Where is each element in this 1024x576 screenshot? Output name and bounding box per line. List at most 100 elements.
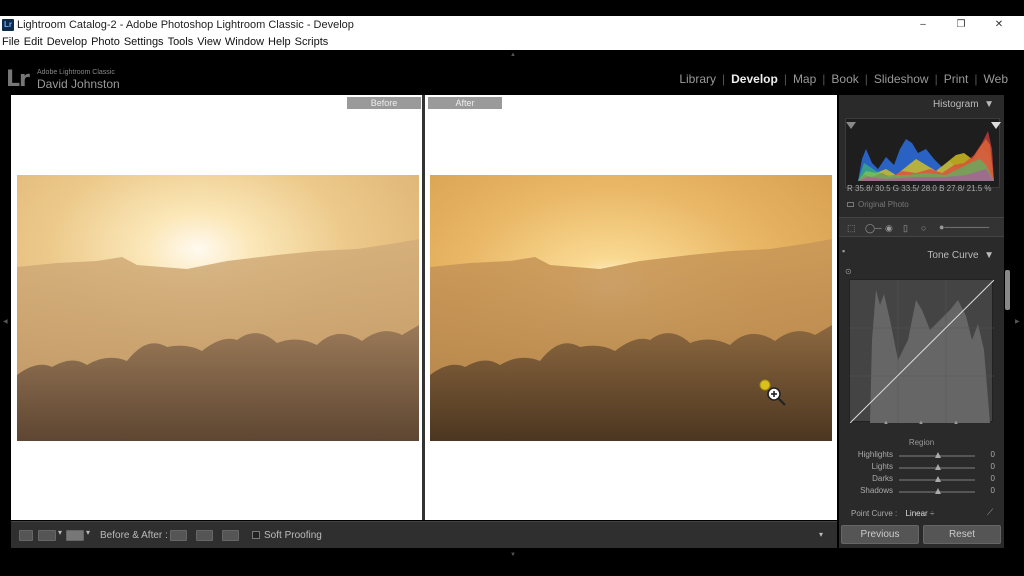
lightroom-app-icon: Lr <box>2 19 14 31</box>
collapse-filmstrip-icon[interactable]: ▼ <box>510 552 516 558</box>
menu-view[interactable]: View <box>197 36 221 48</box>
slider-knob[interactable] <box>935 464 941 470</box>
close-button[interactable]: ✕ <box>980 16 1018 34</box>
copy-after-to-before-button[interactable] <box>196 530 213 541</box>
module-slideshow[interactable]: Slideshow <box>868 72 935 86</box>
split-point-shadows[interactable]: ▲ <box>883 420 889 426</box>
highlights-slider[interactable]: Highlights 0 <box>847 450 997 461</box>
view-menu-arrow-icon[interactable]: ▾ <box>58 528 62 537</box>
slider-value[interactable]: 0 <box>991 450 995 459</box>
window-title: Lightroom Catalog-2 - Adobe Photoshop Li… <box>17 19 354 31</box>
menu-settings[interactable]: Settings <box>124 36 164 48</box>
window-controls: – ❐ ✕ <box>904 16 1018 34</box>
before-after-left-right-icon[interactable] <box>38 530 56 541</box>
module-picker: Library | Develop | Map | Book | Slidesh… <box>673 72 1014 86</box>
loupe-view-icon[interactable] <box>19 530 33 541</box>
histogram-header[interactable]: Histogram ▼ <box>839 95 1004 115</box>
view-divider <box>422 95 425 520</box>
spot-removal-tool-icon[interactable]: ◯─ <box>865 223 881 234</box>
tone-curve-title: Tone Curve <box>927 250 979 261</box>
copy-before-to-after-button[interactable] <box>170 530 187 541</box>
rgb-readout: R 35.8/ 30.5 G 33.5/ 28.0 B 27.8/ 21.5 % <box>847 184 992 193</box>
adjustment-brush-icon[interactable]: ●─────── <box>939 222 989 232</box>
module-library[interactable]: Library <box>673 72 722 86</box>
target-adjustment-icon[interactable]: ⊙ <box>845 267 852 276</box>
point-curve-select[interactable]: Point Curve : Linear ÷ <box>851 509 934 518</box>
filmstrip-collapsed: ▼ <box>0 548 1024 576</box>
module-book[interactable]: Book <box>825 72 864 86</box>
histogram[interactable] <box>845 118 1001 188</box>
menu-help[interactable]: Help <box>268 36 291 48</box>
menu-develop[interactable]: Develop <box>47 36 87 48</box>
yy-view-icon[interactable] <box>66 530 84 541</box>
before-after-label: Before & After : <box>100 530 168 541</box>
menu-edit[interactable]: Edit <box>24 36 43 48</box>
module-header: ▲ Lr Adobe Lightroom Classic David Johns… <box>0 50 1024 95</box>
yy-menu-arrow-icon[interactable]: ▾ <box>86 528 90 537</box>
previous-button[interactable]: Previous <box>841 525 919 544</box>
panel-switch-icon[interactable]: ▪ <box>842 246 845 256</box>
panel-bottom-buttons: Previous Reset <box>839 522 1009 548</box>
after-label: After <box>428 97 502 109</box>
window-title-bar: Lr Lightroom Catalog-2 - Adobe Photoshop… <box>0 16 1024 34</box>
menu-window[interactable]: Window <box>225 36 264 48</box>
split-point-highlights[interactable]: ▲ <box>953 420 959 426</box>
shadows-slider[interactable]: Shadows 0 <box>847 486 997 497</box>
slider-label: Lights <box>871 462 893 471</box>
swap-before-after-button[interactable] <box>222 530 239 541</box>
tone-curve-graph[interactable] <box>849 279 995 424</box>
split-point-midtones[interactable]: ▲ <box>918 420 924 426</box>
lights-slider[interactable]: Lights 0 <box>847 462 997 473</box>
menu-scripts[interactable]: Scripts <box>295 36 329 48</box>
darks-slider[interactable]: Darks 0 <box>847 474 997 485</box>
right-panel: Histogram ▼ R 35.8/ 30.5 G 33.5/ 28.0 B … <box>839 95 1004 548</box>
soft-proofing-label: Soft Proofing <box>264 530 322 541</box>
panel-collapse-icon[interactable]: ▼ <box>981 99 994 110</box>
crop-tool-icon[interactable]: ⬚ <box>847 223 856 234</box>
lightroom-window: Lr Lightroom Catalog-2 - Adobe Photoshop… <box>0 0 1024 576</box>
menu-file[interactable]: File <box>2 36 20 48</box>
slider-value[interactable]: 0 <box>991 474 995 483</box>
collapse-left-panel-icon[interactable]: ◀ <box>3 318 8 325</box>
point-curve-label: Point Curve : <box>851 509 898 518</box>
tone-curve-header[interactable]: Tone Curve ▼ <box>839 246 1004 266</box>
slider-knob[interactable] <box>935 488 941 494</box>
point-curve-value[interactable]: Linear <box>905 509 927 518</box>
menu-bar: File Edit Develop Photo Settings Tools V… <box>0 34 1024 50</box>
red-eye-tool-icon[interactable]: ◉ <box>885 223 893 234</box>
right-panel-scrollbar[interactable] <box>1005 270 1010 310</box>
soft-proofing-checkbox[interactable] <box>252 531 260 539</box>
collapse-top-panel-icon[interactable]: ▲ <box>510 52 516 58</box>
restore-button[interactable]: ❐ <box>942 16 980 34</box>
module-map[interactable]: Map <box>787 72 822 86</box>
module-web[interactable]: Web <box>978 72 1014 86</box>
slider-knob[interactable] <box>935 452 941 458</box>
graduated-filter-icon[interactable]: ▯ <box>903 223 908 234</box>
module-develop[interactable]: Develop <box>725 72 784 86</box>
lightroom-logo: Lr <box>6 67 30 92</box>
highlight-clipping-icon[interactable] <box>991 122 1001 129</box>
slider-label: Shadows <box>860 486 893 495</box>
slider-label: Darks <box>872 474 893 483</box>
slider-value[interactable]: 0 <box>991 486 995 495</box>
panel-collapse-icon[interactable]: ▼ <box>981 250 994 261</box>
after-photo[interactable] <box>430 175 832 441</box>
collapse-right-panel-icon[interactable]: ▶ <box>1015 318 1020 325</box>
before-label: Before <box>347 97 421 109</box>
point-curve-arrow[interactable]: ÷ <box>930 509 934 518</box>
module-print[interactable]: Print <box>938 72 975 86</box>
histogram-title: Histogram <box>932 99 979 110</box>
radial-filter-icon[interactable]: ○ <box>921 223 926 233</box>
menu-photo[interactable]: Photo <box>91 36 120 48</box>
minimize-button[interactable]: – <box>904 16 942 34</box>
slider-knob[interactable] <box>935 476 941 482</box>
menu-tools[interactable]: Tools <box>168 36 194 48</box>
slider-value[interactable]: 0 <box>991 462 995 471</box>
edit-point-curve-icon[interactable]: ⟋ <box>987 507 993 518</box>
before-after-view[interactable]: Before After <box>11 95 837 520</box>
reset-button[interactable]: Reset <box>923 525 1001 544</box>
shadow-clipping-icon[interactable] <box>846 122 856 129</box>
before-photo[interactable] <box>17 175 419 441</box>
toolbar-options-arrow-icon[interactable]: ▾ <box>819 530 823 539</box>
develop-toolbar: ▾ ▾ Before & After : Soft Proofing ▾ <box>11 521 837 548</box>
